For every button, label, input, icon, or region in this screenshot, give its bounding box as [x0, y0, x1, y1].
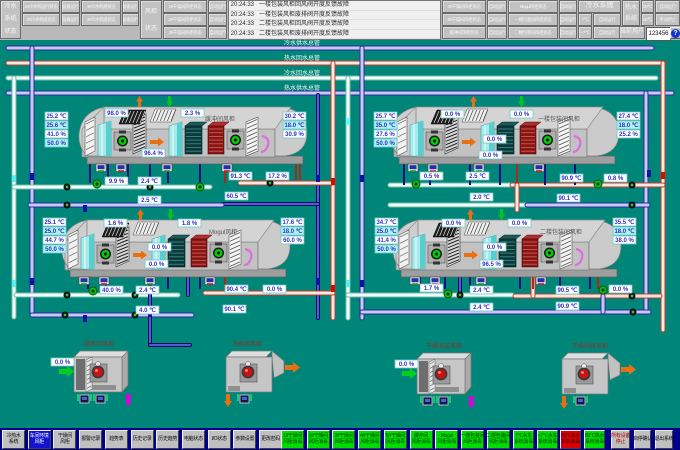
svg-text:干燥间排风柜: 干燥间排风柜: [572, 342, 608, 350]
svg-text:0.0 %: 0.0 %: [445, 112, 461, 118]
svg-text:0.0 %: 0.0 %: [446, 221, 462, 227]
svg-text:热水回水总管: 热水回水总管: [284, 54, 320, 62]
svg-text:缓冲间风柜: 缓冲间风柜: [205, 115, 235, 123]
svg-text:90.1 ℃: 90.1 ℃: [558, 195, 578, 202]
svg-text:0.0 %: 0.0 %: [512, 221, 528, 227]
svg-text:0.0 %: 0.0 %: [483, 153, 499, 159]
svg-text:干燥间送风柜: 干燥间送风柜: [426, 342, 462, 350]
svg-text:96.5 %: 96.5 %: [482, 262, 501, 268]
svg-text:4.0 ℃: 4.0 ℃: [139, 307, 156, 314]
svg-text:0.8 %: 0.8 %: [608, 176, 624, 182]
svg-text:25.0 ℃: 25.0 ℃: [376, 228, 396, 235]
svg-text:2.5 ℃: 2.5 ℃: [469, 173, 486, 180]
svg-text:41.0 %: 41.0 %: [47, 132, 66, 138]
svg-text:0.0 %: 0.0 %: [399, 362, 415, 368]
svg-text:34.7 ℃: 34.7 ℃: [376, 219, 396, 226]
svg-text:50.0 %: 50.0 %: [45, 247, 64, 253]
svg-text:50.0 %: 50.0 %: [377, 247, 396, 253]
svg-text:0.0 %: 0.0 %: [487, 137, 503, 143]
svg-text:1.6 %: 1.6 %: [108, 221, 124, 227]
svg-text:40.0 %: 40.0 %: [102, 288, 121, 294]
svg-text:二楼包装间风柜: 二楼包装间风柜: [540, 228, 582, 236]
svg-text:41.4 %: 41.4 %: [377, 238, 396, 244]
svg-text:18.0 ℃: 18.0 ℃: [614, 228, 634, 235]
svg-text:25.6 ℃: 25.6 ℃: [46, 122, 66, 129]
svg-text:2.3 %: 2.3 %: [185, 111, 201, 117]
svg-text:2.0 ℃: 2.0 ℃: [473, 194, 490, 201]
svg-text:35.0 ℃: 35.0 ℃: [375, 122, 395, 129]
svg-text:0.0 %: 0.0 %: [613, 287, 629, 293]
svg-text:50.0 %: 50.0 %: [376, 141, 395, 147]
svg-text:25.2 %: 25.2 %: [619, 132, 638, 138]
svg-text:冷水供水总管: 冷水供水总管: [284, 39, 320, 47]
svg-text:96.4 %: 96.4 %: [144, 151, 163, 157]
svg-text:91.3 ℃: 91.3 ℃: [230, 173, 250, 180]
svg-text:2.5 ℃: 2.5 ℃: [141, 197, 158, 204]
svg-text:25.1 ℃: 25.1 ℃: [44, 219, 64, 226]
svg-text:1.7 %: 1.7 %: [424, 286, 440, 292]
svg-text:18.0 ℃: 18.0 ℃: [618, 122, 638, 129]
svg-text:0.0 %: 0.0 %: [152, 245, 168, 251]
svg-text:0.5 %: 0.5 %: [424, 174, 440, 180]
svg-text:18.0 ℃: 18.0 ℃: [284, 122, 304, 129]
svg-text:0.0 %: 0.0 %: [267, 287, 283, 293]
svg-text:Mogul风柜: Mogul风柜: [209, 228, 237, 236]
svg-text:90.9 ℃: 90.9 ℃: [557, 303, 577, 310]
svg-text:0.0 %: 0.0 %: [487, 245, 503, 251]
svg-text:35.5 ℃: 35.5 ℃: [614, 219, 634, 226]
svg-text:1.8 %: 1.8 %: [182, 221, 198, 227]
svg-text:洗碗间风柜: 洗碗间风柜: [232, 340, 262, 348]
svg-text:50.0 %: 50.0 %: [47, 141, 66, 147]
svg-text:90.9 ℃: 90.9 ℃: [561, 175, 581, 182]
svg-text:厨房间风柜: 厨房间风柜: [84, 340, 114, 348]
svg-text:18.0 ℃: 18.0 ℃: [282, 228, 302, 235]
svg-text:17.6 ℃: 17.6 ℃: [282, 219, 302, 226]
svg-text:90.5 ℃: 90.5 ℃: [557, 287, 577, 294]
svg-text:9.9 %: 9.9 %: [109, 179, 125, 185]
svg-text:2.4 ℃: 2.4 ℃: [473, 287, 490, 294]
svg-text:热水供水总管: 热水供水总管: [284, 84, 320, 92]
svg-text:2.4 ℃: 2.4 ℃: [139, 287, 156, 294]
svg-text:0.0 %: 0.0 %: [55, 360, 71, 366]
svg-text:冷水回水总管: 冷水回水总管: [284, 69, 320, 77]
svg-text:90.4 ℃: 90.4 ℃: [226, 286, 246, 293]
svg-text:30.9 %: 30.9 %: [285, 132, 304, 138]
svg-text:2.4 ℃: 2.4 ℃: [141, 178, 158, 185]
svg-text:30.2 ℃: 30.2 ℃: [284, 113, 304, 120]
svg-text:25.2 ℃: 25.2 ℃: [46, 113, 66, 120]
svg-text:38.0 %: 38.0 %: [615, 238, 634, 244]
svg-text:98.0 %: 98.0 %: [107, 111, 126, 117]
svg-text:90.1 ℃: 90.1 ℃: [224, 306, 244, 313]
svg-text:27.4 ℃: 27.4 ℃: [618, 113, 638, 120]
svg-text:60.5 ℃: 60.5 ℃: [226, 193, 246, 200]
svg-text:0.0 %: 0.0 %: [149, 262, 165, 268]
svg-text:44.7 %: 44.7 %: [45, 238, 64, 244]
svg-text:17.2 %: 17.2 %: [268, 174, 287, 180]
svg-text:25.7 ℃: 25.7 ℃: [375, 113, 395, 120]
svg-text:25.0 ℃: 25.0 ℃: [44, 228, 64, 235]
svg-text:0.0 %: 0.0 %: [514, 112, 530, 118]
svg-text:一楼包装间风柜: 一楼包装间风柜: [538, 115, 580, 123]
svg-text:2.4 ℃: 2.4 ℃: [473, 304, 490, 311]
svg-text:27.6 %: 27.6 %: [376, 132, 395, 138]
svg-text:60.0 %: 60.0 %: [283, 238, 302, 244]
